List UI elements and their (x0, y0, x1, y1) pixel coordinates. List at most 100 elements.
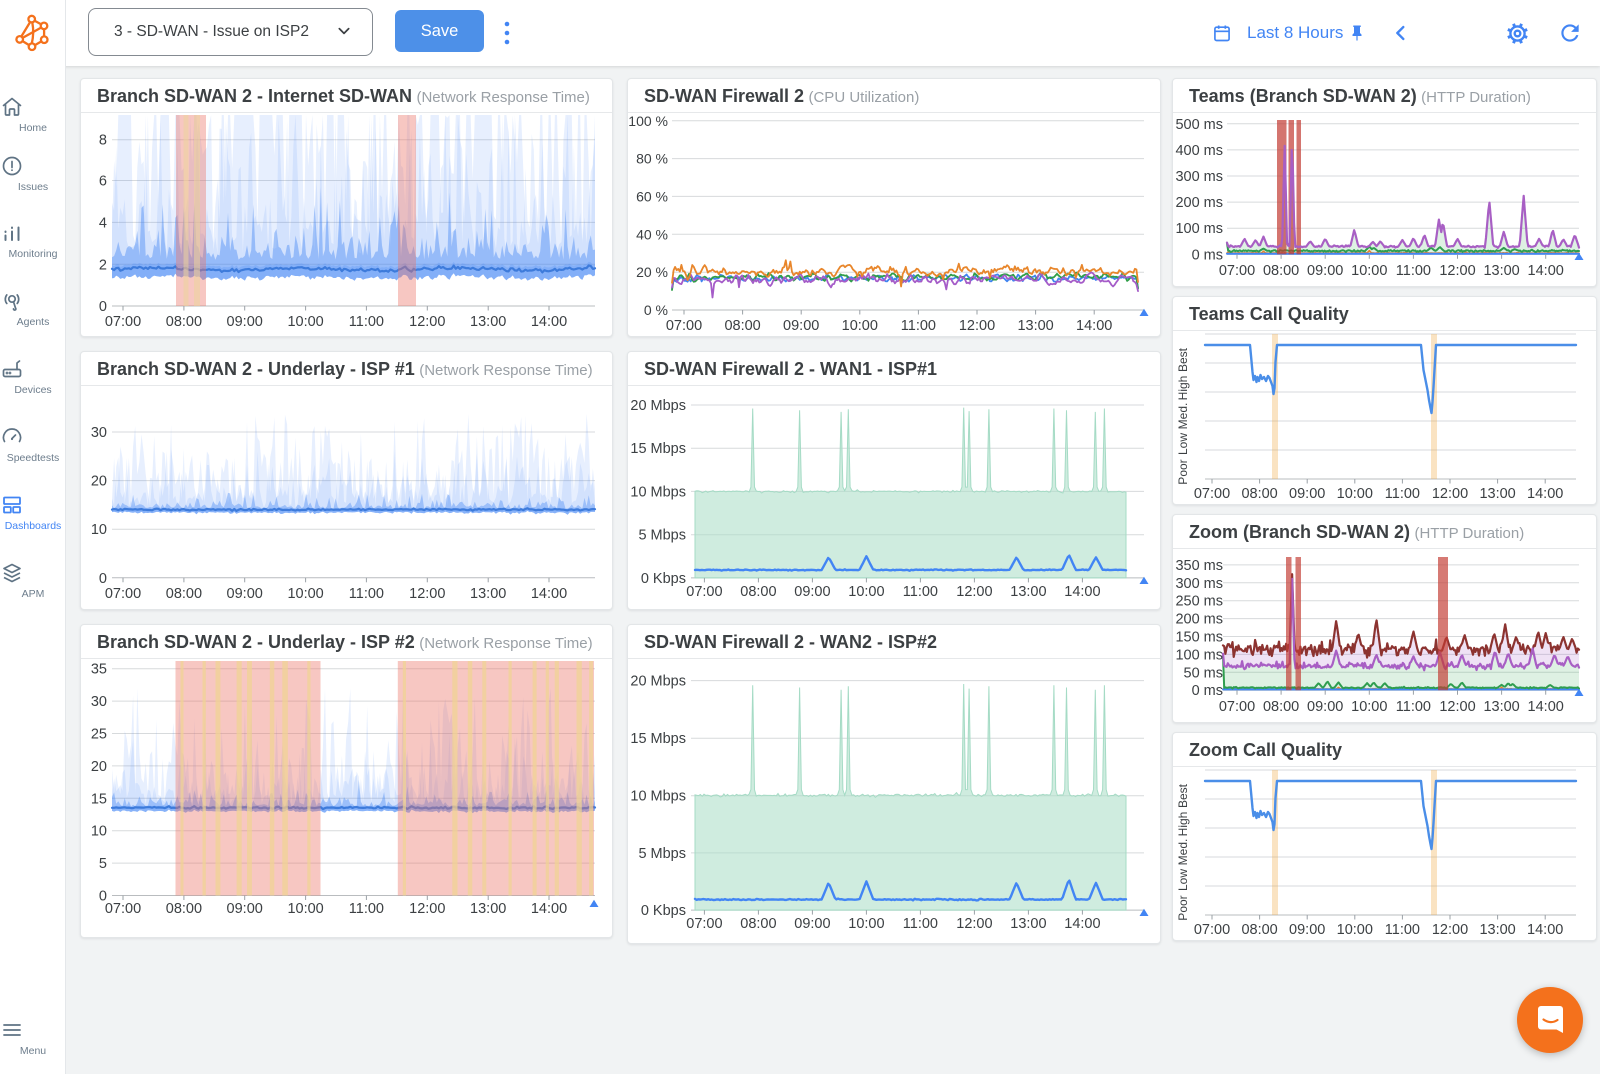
svg-text:14:00: 14:00 (1527, 922, 1563, 938)
svg-text:Best: Best (1176, 347, 1190, 372)
svg-text:5 Mbps: 5 Mbps (638, 846, 686, 862)
svg-text:50 ms: 50 ms (1184, 665, 1224, 681)
svg-text:15 Mbps: 15 Mbps (630, 731, 686, 747)
svg-text:30: 30 (91, 694, 107, 710)
svg-text:07:00: 07:00 (1194, 486, 1230, 502)
svg-text:08:00: 08:00 (166, 314, 202, 330)
svg-text:500 ms: 500 ms (1175, 117, 1223, 133)
svg-text:80 %: 80 % (636, 151, 668, 167)
svg-text:0 Kbps: 0 Kbps (641, 571, 686, 587)
svg-text:35: 35 (91, 662, 107, 678)
svg-text:09:00: 09:00 (1307, 263, 1343, 279)
svg-text:12:00: 12:00 (956, 584, 992, 600)
svg-text:11:00: 11:00 (349, 586, 384, 602)
svg-text:10: 10 (91, 824, 107, 840)
svg-text:14:00: 14:00 (1076, 318, 1112, 334)
svg-text:09:00: 09:00 (1307, 699, 1343, 715)
svg-text:0: 0 (99, 571, 107, 587)
svg-text:15: 15 (91, 791, 107, 807)
svg-text:12:00: 12:00 (1432, 922, 1468, 938)
svg-text:200 ms: 200 ms (1175, 195, 1223, 211)
svg-text:11:00: 11:00 (1396, 699, 1431, 715)
svg-text:11:00: 11:00 (1385, 922, 1420, 938)
svg-text:12:00: 12:00 (409, 901, 445, 917)
svg-text:07:00: 07:00 (1194, 922, 1230, 938)
svg-text:20 %: 20 % (636, 264, 668, 280)
svg-text:5 Mbps: 5 Mbps (638, 528, 686, 544)
svg-text:14:00: 14:00 (1528, 699, 1564, 715)
svg-text:20: 20 (91, 759, 107, 775)
svg-text:2: 2 (99, 257, 107, 273)
svg-text:8: 8 (99, 133, 107, 149)
svg-text:14:00: 14:00 (1064, 916, 1100, 932)
svg-text:08:00: 08:00 (740, 584, 776, 600)
svg-text:10 Mbps: 10 Mbps (630, 789, 686, 805)
svg-text:14:00: 14:00 (1528, 263, 1564, 279)
svg-text:07:00: 07:00 (105, 586, 141, 602)
svg-text:08:00: 08:00 (166, 901, 202, 917)
svg-text:14:00: 14:00 (531, 586, 567, 602)
svg-text:0: 0 (99, 299, 107, 315)
svg-text:11:00: 11:00 (1385, 486, 1420, 502)
svg-text:12:00: 12:00 (956, 916, 992, 932)
svg-text:0 ms: 0 ms (1192, 247, 1223, 263)
svg-text:07:00: 07:00 (686, 584, 722, 600)
svg-text:10 Mbps: 10 Mbps (630, 484, 686, 500)
svg-text:11:00: 11:00 (903, 916, 938, 932)
svg-text:09:00: 09:00 (1289, 486, 1325, 502)
svg-text:250 ms: 250 ms (1175, 594, 1223, 610)
svg-text:100 %: 100 % (628, 114, 668, 129)
svg-text:12:00: 12:00 (409, 314, 445, 330)
svg-text:07:00: 07:00 (666, 318, 702, 334)
svg-text:14:00: 14:00 (1527, 486, 1563, 502)
svg-text:11:00: 11:00 (349, 901, 384, 917)
svg-text:10:00: 10:00 (287, 586, 323, 602)
svg-text:13:00: 13:00 (470, 901, 506, 917)
svg-text:10:00: 10:00 (842, 318, 878, 334)
svg-text:12:00: 12:00 (1432, 486, 1468, 502)
svg-text:40 %: 40 % (636, 226, 668, 242)
svg-text:Poor: Poor (1176, 459, 1190, 484)
svg-text:10:00: 10:00 (1337, 486, 1373, 502)
svg-text:4: 4 (99, 215, 107, 231)
svg-text:13:00: 13:00 (1010, 916, 1046, 932)
svg-text:11:00: 11:00 (1396, 263, 1431, 279)
svg-text:6: 6 (99, 174, 107, 190)
svg-text:300 ms: 300 ms (1175, 576, 1223, 592)
svg-text:150 ms: 150 ms (1175, 630, 1223, 646)
svg-text:07:00: 07:00 (1219, 699, 1255, 715)
svg-text:13:00: 13:00 (470, 314, 506, 330)
svg-text:15 Mbps: 15 Mbps (630, 441, 686, 457)
svg-text:08:00: 08:00 (1263, 699, 1299, 715)
svg-text:08:00: 08:00 (740, 916, 776, 932)
svg-text:09:00: 09:00 (783, 318, 819, 334)
svg-text:11:00: 11:00 (901, 318, 936, 334)
svg-text:13:00: 13:00 (1483, 263, 1519, 279)
svg-text:07:00: 07:00 (105, 901, 141, 917)
svg-text:200 ms: 200 ms (1175, 612, 1223, 628)
svg-text:5: 5 (99, 856, 107, 872)
svg-text:Best: Best (1176, 783, 1190, 808)
svg-text:10:00: 10:00 (848, 916, 884, 932)
svg-text:09:00: 09:00 (227, 901, 263, 917)
svg-text:10:00: 10:00 (287, 901, 323, 917)
svg-text:10:00: 10:00 (1351, 699, 1387, 715)
svg-text:300 ms: 300 ms (1175, 169, 1223, 185)
svg-text:20 Mbps: 20 Mbps (630, 398, 686, 414)
svg-text:12:00: 12:00 (409, 586, 445, 602)
svg-text:0 Kbps: 0 Kbps (641, 903, 686, 919)
svg-text:10:00: 10:00 (1337, 922, 1373, 938)
svg-text:11:00: 11:00 (903, 584, 938, 600)
svg-text:High: High (1176, 812, 1190, 837)
svg-text:Poor: Poor (1176, 895, 1190, 920)
svg-text:20: 20 (91, 474, 107, 490)
svg-text:12:00: 12:00 (1439, 263, 1475, 279)
svg-text:08:00: 08:00 (1241, 922, 1277, 938)
svg-text:Med.: Med. (1176, 839, 1190, 866)
svg-text:100 ms: 100 ms (1175, 221, 1223, 237)
svg-text:14:00: 14:00 (531, 314, 567, 330)
svg-text:10:00: 10:00 (287, 314, 323, 330)
svg-text:13:00: 13:00 (1479, 486, 1515, 502)
svg-text:13:00: 13:00 (1010, 584, 1046, 600)
svg-text:13:00: 13:00 (1483, 699, 1519, 715)
